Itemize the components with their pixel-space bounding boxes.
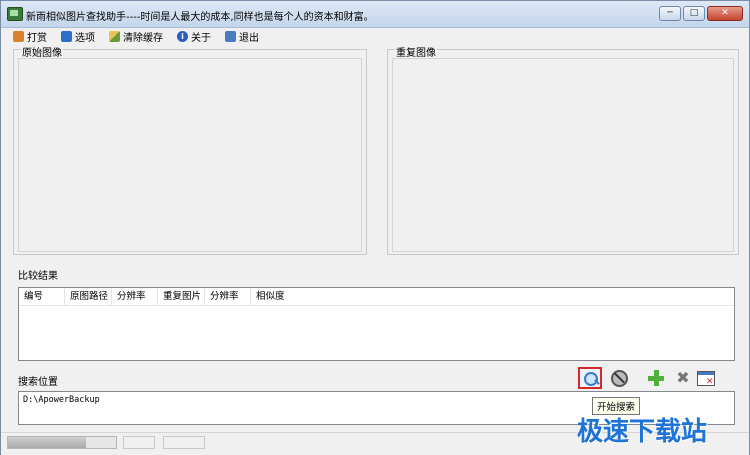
column-header-resolution[interactable]: 分辨率: [112, 288, 158, 305]
duplicate-image-label: 重复图像: [395, 44, 437, 59]
menu-item-options[interactable]: 选项: [61, 29, 95, 44]
results-label: 比较结果: [18, 271, 58, 282]
original-image-view: [18, 58, 362, 252]
duplicate-image-view: [392, 58, 734, 252]
original-image-group: 原始图像: [13, 44, 367, 255]
status-panel-2: [163, 436, 205, 449]
delete-location-button[interactable]: ✖: [671, 369, 695, 391]
menu-bar: 打赏 选项 清除缓存 i 关于 退出: [1, 27, 749, 45]
stop-search-button[interactable]: [608, 368, 632, 390]
menu-item-donate[interactable]: 打赏: [13, 29, 47, 44]
window-controls: ─ □ ✕: [659, 6, 743, 21]
column-header-source-path[interactable]: 原图路径: [65, 288, 112, 305]
column-header-similarity[interactable]: 相似度: [251, 288, 311, 305]
app-icon: [7, 7, 23, 21]
add-location-button[interactable]: [646, 368, 670, 390]
clear-list-x-icon: ✕: [706, 377, 714, 387]
clear-locations-button[interactable]: ✕: [695, 368, 719, 390]
menu-item-about[interactable]: i 关于: [177, 29, 211, 44]
exit-icon: [225, 30, 236, 42]
results-table[interactable]: 编号 原图路径 分辨率 重复图片 分辨率 相似度: [18, 287, 735, 361]
duplicate-image-group: 重复图像: [387, 44, 739, 255]
column-header-id[interactable]: 编号: [19, 288, 65, 305]
plus-icon-vertical: [654, 370, 659, 386]
search-location-label: 搜索位置: [18, 377, 58, 388]
app-window: 新雨相似图片查找助手----时间是人最大的成本,同样也是每个人的资本和财富。 ─…: [0, 0, 750, 455]
delete-icon: ✖: [676, 368, 690, 387]
progress-bar: [7, 436, 117, 449]
menu-item-exit[interactable]: 退出: [225, 29, 259, 44]
column-header-duplicate[interactable]: 重复图片: [158, 288, 205, 305]
minimize-button[interactable]: ─: [659, 6, 681, 21]
results-table-header: 编号 原图路径 分辨率 重复图片 分辨率 相似度: [19, 288, 734, 306]
start-search-button[interactable]: [578, 367, 602, 389]
gift-icon: [13, 30, 24, 42]
menu-item-label: 关于: [191, 32, 211, 44]
menu-item-label: 清除缓存: [123, 32, 163, 44]
window-title: 新雨相似图片查找助手----时间是人最大的成本,同样也是每个人的资本和财富。: [26, 12, 374, 23]
column-header-duplicate-resolution[interactable]: 分辨率: [205, 288, 251, 305]
broom-icon: [109, 30, 120, 42]
status-panel-1: [123, 436, 155, 449]
menu-item-label: 退出: [239, 32, 259, 44]
progress-fill: [8, 437, 86, 448]
menu-item-label: 打赏: [27, 32, 47, 44]
close-button[interactable]: ✕: [707, 6, 743, 21]
watermark-logo: 极速下载站: [577, 417, 708, 447]
options-icon: [61, 30, 72, 42]
info-icon: i: [177, 30, 188, 42]
title-bar[interactable]: 新雨相似图片查找助手----时间是人最大的成本,同样也是每个人的资本和财富。 ─…: [1, 1, 749, 28]
menu-item-clear-cache[interactable]: 清除缓存: [109, 29, 163, 44]
menu-item-label: 选项: [75, 32, 95, 44]
maximize-button[interactable]: □: [683, 6, 705, 21]
original-image-label: 原始图像: [21, 44, 63, 59]
